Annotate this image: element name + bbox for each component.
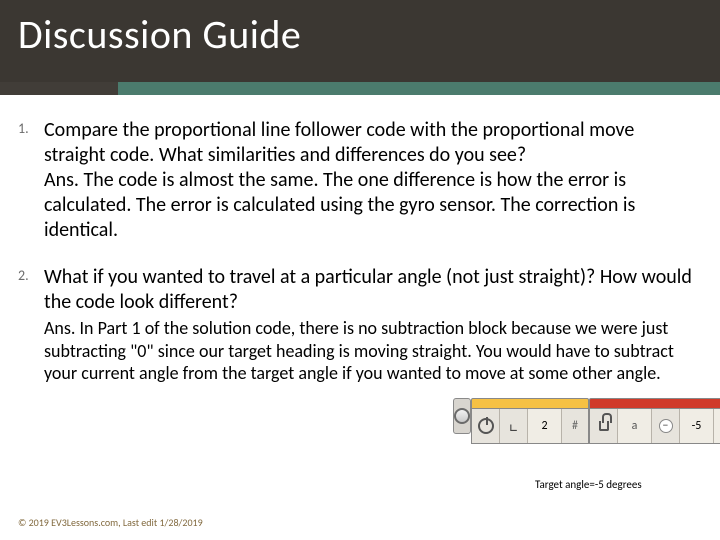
slide-title: Discussion Guide [18, 10, 301, 59]
math-lock-cell [590, 409, 618, 443]
input-a-label: a [632, 419, 638, 433]
discussion-item-2: What if you wanted to travel at a partic… [18, 265, 700, 385]
question-2: What if you wanted to travel at a partic… [44, 265, 700, 315]
lock-icon [599, 421, 609, 431]
question-1: Compare the proportional line follower c… [44, 118, 700, 168]
gyro-icon [478, 418, 494, 434]
play-icon [454, 408, 470, 424]
hash-icon: # [572, 419, 578, 433]
ev3-code-diagram: ∟ 2 # a − -5 b = [453, 398, 698, 444]
stripe-right [118, 82, 720, 95]
start-block [453, 398, 471, 434]
math-tab [589, 398, 720, 408]
math-block: a − -5 b = [589, 398, 720, 444]
slide-header: Discussion Guide [0, 0, 720, 95]
math-op-cell: − [652, 409, 680, 443]
discussion-item-1: Compare the proportional line follower c… [18, 118, 700, 243]
gyro-mode-cell: ∟ [500, 409, 528, 443]
gyro-output-cell: # [562, 409, 588, 443]
last-edit-text: Last edit 1/28/2019 [123, 516, 203, 529]
math-b-cell: b [714, 409, 720, 443]
gyro-tab [471, 398, 589, 408]
math-a-cell: a [618, 409, 652, 443]
copyright-text: © 2019 EV3Lessons.com [18, 516, 118, 529]
discussion-list: Compare the proportional line follower c… [18, 118, 700, 385]
gyro-icon-cell [472, 409, 500, 443]
minus-icon: − [659, 419, 673, 433]
footer: © 2019 EV3Lessons.com, Last edit 1/28/20… [18, 516, 203, 529]
diagram-caption: Target angle=-5 degrees [535, 478, 642, 491]
answer-2: Ans. In Part 1 of the solution code, the… [44, 317, 700, 385]
gyro-sensor-block: ∟ 2 # [471, 398, 589, 444]
math-const-cell: -5 [680, 409, 714, 443]
gyro-value-cell: 2 [528, 409, 562, 443]
stripe-left [0, 82, 118, 95]
header-stripe [0, 82, 720, 95]
content-area: Compare the proportional line follower c… [18, 118, 700, 407]
answer-1: Ans. The code is almost the same. The on… [44, 168, 700, 243]
angle-mode-icon: ∟ [509, 418, 519, 435]
